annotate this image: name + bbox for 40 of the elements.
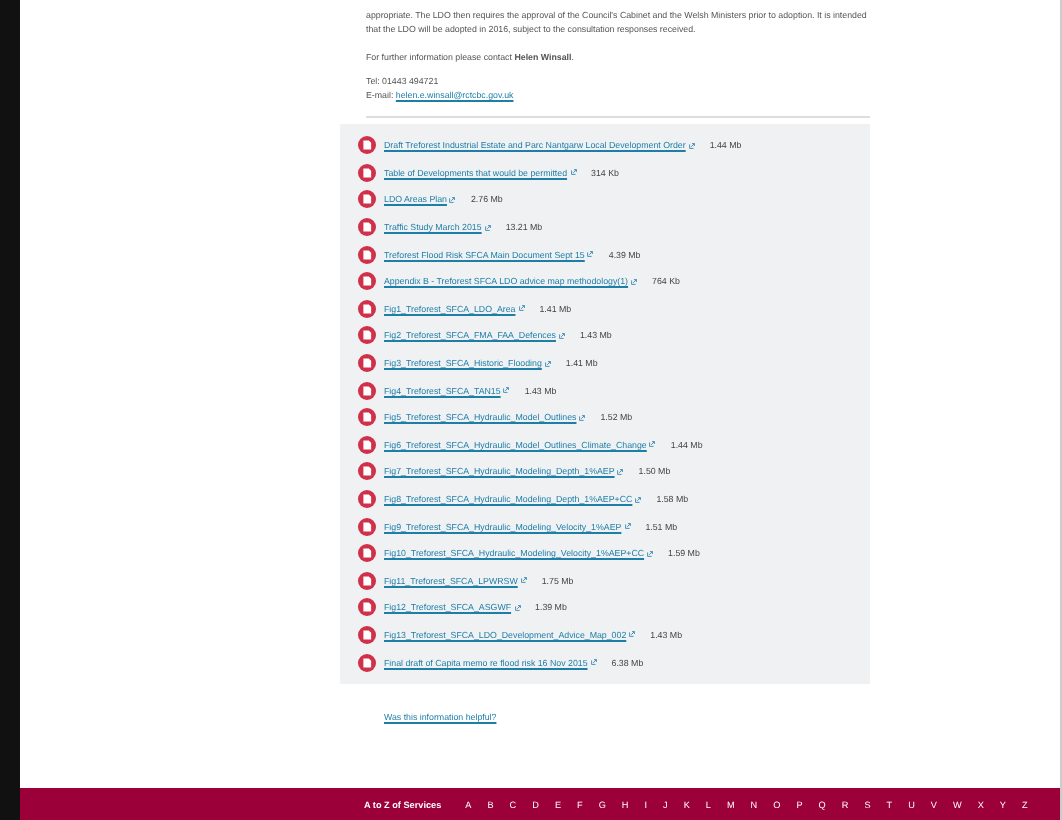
- external-link-icon: [586, 250, 595, 259]
- external-link-icon: [502, 386, 511, 395]
- document-icon: [358, 354, 376, 373]
- document-icon: [358, 571, 376, 590]
- external-link-icon: [589, 658, 598, 667]
- document-icon: [358, 136, 376, 155]
- document-icon: [358, 625, 376, 644]
- external-link-icon: [648, 440, 657, 449]
- document-icon: [358, 408, 376, 427]
- document-icon: [358, 218, 376, 237]
- external-link-icon: [557, 331, 566, 340]
- document-icon: [358, 163, 376, 182]
- document-icon: [358, 299, 376, 318]
- external-link-icon: [543, 359, 552, 368]
- document-icon: [358, 517, 376, 536]
- external-link-icon: [448, 195, 457, 204]
- external-link-icon: [630, 277, 639, 286]
- document-icon: [358, 381, 376, 400]
- external-link-icon: [513, 603, 522, 612]
- document-icon: [358, 598, 376, 617]
- external-link-icon: [687, 141, 696, 150]
- document-icon: [358, 544, 376, 563]
- document-icon: [358, 490, 376, 509]
- external-link-icon: [623, 522, 632, 531]
- document-icon: [358, 653, 376, 672]
- document-icon: [358, 435, 376, 454]
- document-icon: [358, 190, 376, 209]
- document-icon: [358, 272, 376, 291]
- external-link-icon: [517, 304, 526, 313]
- document-icon: [358, 245, 376, 264]
- external-link-icon: [634, 495, 643, 504]
- external-link-icon: [646, 549, 655, 558]
- external-link-icon: [483, 223, 492, 232]
- document-icon: [358, 462, 376, 481]
- document-icon: [358, 326, 376, 345]
- external-link-icon: [616, 467, 625, 476]
- external-link-icon: [569, 168, 578, 177]
- external-link-icon: [628, 630, 637, 639]
- external-link-icon: [519, 576, 528, 585]
- external-link-icon: [578, 413, 587, 422]
